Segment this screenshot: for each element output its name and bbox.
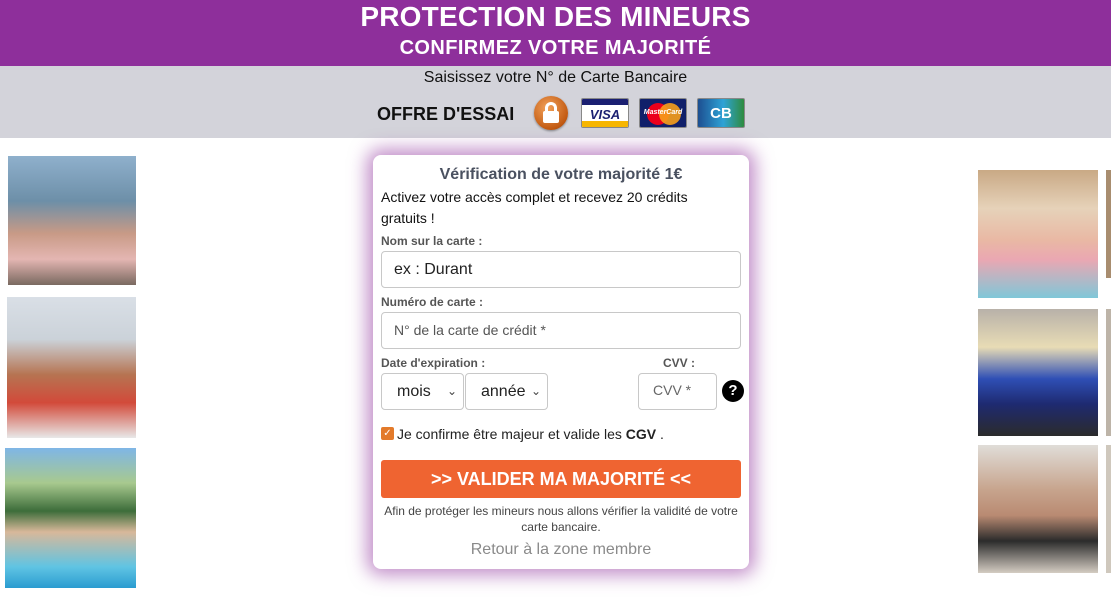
help-icon[interactable]: ? — [722, 380, 744, 402]
model-photo-edge — [1106, 445, 1111, 573]
form-title: Vérification de votre majorité 1€ — [439, 166, 683, 183]
model-photo[interactable] — [5, 448, 136, 588]
chevron-down-icon: ⌄ — [446, 384, 457, 398]
header-subtitle: CONFIRMEZ VOTRE MAJORITÉ — [399, 37, 712, 59]
expiry-year-select[interactable]: année ⌄ — [465, 373, 548, 410]
card-number-label: Numéro de carte : — [381, 295, 484, 309]
offer-label: OFFRE D'ESSAI — [377, 104, 515, 124]
year-value: année — [481, 383, 526, 400]
validate-button[interactable]: >> VALIDER MA MAJORITÉ << — [381, 460, 741, 498]
visa-logo: VISA — [581, 98, 629, 128]
back-to-member-link[interactable]: Retour à la zone membre — [373, 541, 749, 559]
month-value: mois — [397, 383, 431, 400]
cvv-label: CVV : — [663, 356, 696, 370]
page-header: PROTECTION DES MINEURS CONFIRMEZ VOTRE M… — [0, 0, 1111, 66]
card-info-bar: Saisissez votre N° de Carte Bancaire OFF… — [0, 66, 1111, 138]
verification-form: Vérification de votre majorité 1€ Active… — [373, 155, 749, 569]
model-photo[interactable] — [978, 309, 1098, 436]
lock-icon — [534, 96, 568, 130]
model-photo[interactable] — [7, 297, 136, 438]
form-intro: Activez votre accès complet et recevez 2… — [381, 189, 688, 226]
header-title: PROTECTION DES MINEURS — [360, 1, 751, 32]
cardholder-name-input[interactable]: ex : Durant — [381, 251, 741, 288]
cb-logo: CB — [697, 98, 745, 128]
model-photo[interactable] — [8, 156, 136, 285]
expiry-label: Date d'expiration : — [381, 356, 486, 370]
card-number-input[interactable]: N° de la carte de crédit * — [381, 312, 741, 349]
model-photo[interactable] — [978, 445, 1098, 573]
name-label: Nom sur la carte : — [381, 234, 483, 248]
cvv-input[interactable]: CVV * — [638, 373, 717, 410]
mastercard-logo: MasterCard — [639, 98, 687, 128]
model-photo-edge — [1106, 309, 1111, 436]
confirm-checkbox[interactable]: ✓ — [381, 427, 394, 440]
model-photo-edge — [1106, 170, 1111, 278]
cgv-link[interactable]: CGV — [626, 426, 656, 442]
confirm-label: Je confirme être majeur et valide les CG… — [397, 426, 664, 442]
protection-note: Afin de protéger les mineurs nous allons… — [384, 504, 738, 534]
model-photo[interactable] — [978, 170, 1098, 298]
expiry-month-select[interactable]: mois ⌄ — [381, 373, 464, 410]
chevron-down-icon: ⌄ — [528, 374, 541, 409]
instruction-text: Saisissez votre N° de Carte Bancaire — [423, 69, 688, 86]
